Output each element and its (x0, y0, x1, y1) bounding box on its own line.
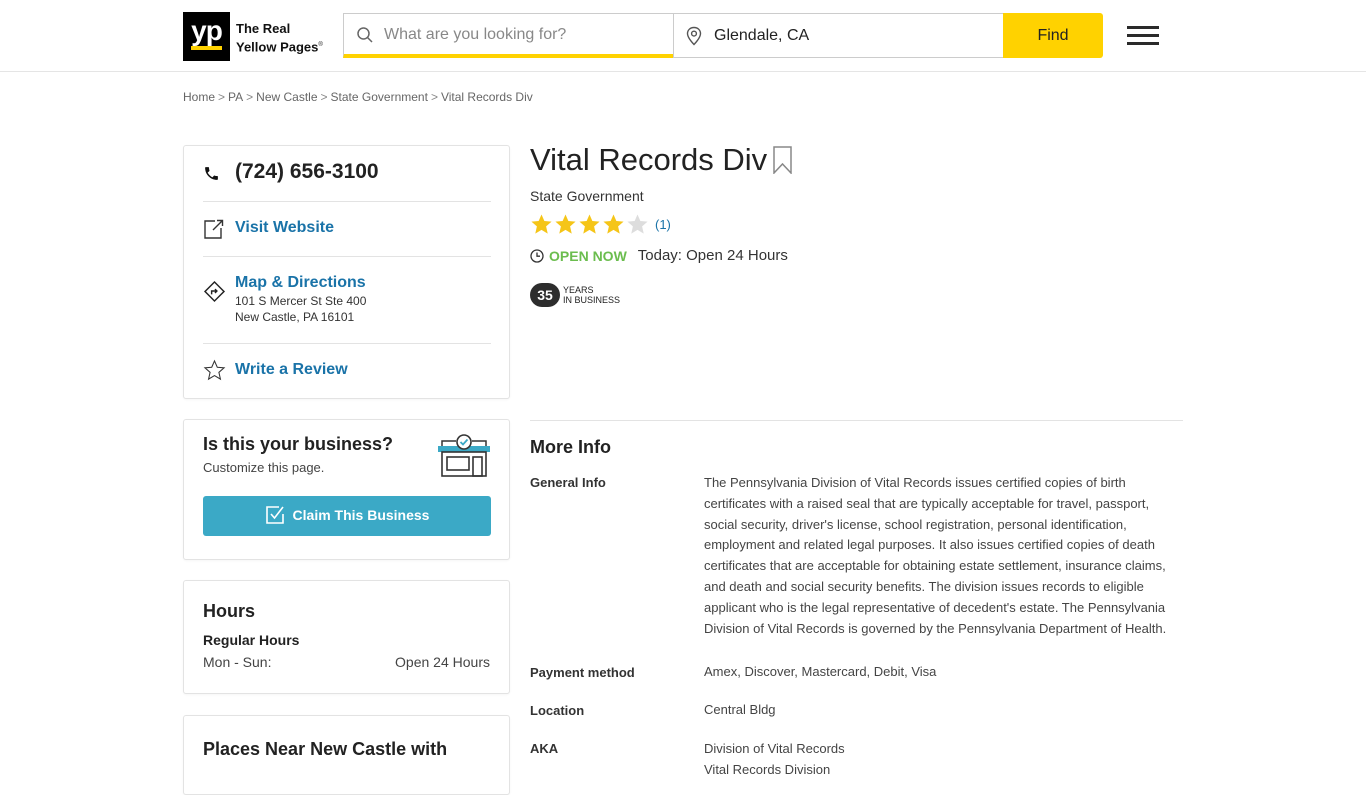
map-directions-link[interactable]: Map & Directions (235, 274, 366, 292)
logo-mark: yp (191, 15, 223, 46)
business-name: Vital Records Div (530, 142, 768, 177)
rating-stars[interactable] (530, 213, 649, 236)
divider (203, 256, 491, 257)
yp-logo[interactable]: yp (183, 12, 230, 61)
places-near-title: Places Near New Castle with (203, 739, 448, 759)
aka-value-1: Division of Vital Records (704, 741, 845, 756)
bookmark-icon[interactable] (773, 146, 792, 174)
years-label-line2: IN BUSINESS (563, 295, 621, 305)
find-button[interactable]: Find (1003, 13, 1103, 58)
logo-tagline-line1: The Real (236, 21, 291, 36)
breadcrumb-city[interactable]: New Castle (256, 90, 317, 104)
breadcrumb-separator: > (320, 90, 328, 104)
phone-number[interactable]: (724) 656-3100 (235, 160, 379, 184)
claim-business-button[interactable]: Claim This Business (203, 496, 491, 536)
hours-days: Mon - Sun: (203, 654, 272, 670)
phone-icon (205, 167, 218, 180)
aka-value: Division of Vital Records Vital Records … (704, 739, 1184, 781)
star-filled-icon (555, 214, 576, 234)
divider (203, 343, 491, 344)
review-count[interactable]: (1) (655, 217, 671, 232)
years-label: YEARS IN BUSINESS (563, 285, 620, 305)
divider (203, 201, 491, 202)
regular-hours-label: Regular Hours (203, 632, 300, 648)
storefront-icon (438, 434, 490, 477)
star-empty-icon (627, 214, 648, 234)
hours-value: Open 24 Hours (395, 654, 490, 670)
aka-label: AKA (530, 741, 559, 756)
general-info-value: The Pennsylvania Division of Vital Recor… (704, 475, 1167, 636)
location-value: Central Bldg (704, 702, 776, 717)
search-icon (357, 27, 373, 43)
hamburger-menu-icon[interactable] (1127, 26, 1159, 46)
breadcrumb-separator: > (218, 90, 226, 104)
payment-method-label: Payment method (530, 665, 635, 680)
general-info-label: General Info (530, 475, 606, 490)
star-filled-icon (531, 214, 552, 234)
checkbox-check-icon (265, 505, 284, 524)
hours-card: Hours Regular Hours Mon - Sun: Open 24 H… (183, 580, 510, 694)
external-link-icon (204, 219, 224, 239)
location-field (673, 13, 1004, 58)
claim-title: Is this your business? (203, 434, 394, 454)
search-input[interactable] (384, 22, 664, 48)
location-pin-icon (686, 26, 702, 46)
search-field (343, 13, 674, 58)
star-outline-icon (203, 359, 226, 381)
write-review-link[interactable]: Write a Review (235, 361, 348, 379)
breadcrumb-separator: > (430, 90, 438, 104)
breadcrumb-home[interactable]: Home (183, 90, 215, 104)
address-line1: 101 S Mercer St Ste 400 (235, 294, 367, 308)
star-filled-icon (579, 214, 600, 234)
breadcrumb-state[interactable]: PA (228, 90, 243, 104)
years-label-line1: YEARS (563, 285, 594, 295)
contact-card: (724) 656-3100 Visit Website Map & Direc… (183, 145, 510, 399)
years-count-badge: 35 (530, 283, 560, 307)
directions-icon (203, 280, 226, 303)
clock-icon (530, 248, 544, 263)
logo-tagline[interactable]: The Real Yellow Pages® (236, 21, 323, 55)
section-divider (530, 420, 1183, 421)
breadcrumb-current: Vital Records Div (440, 90, 533, 104)
star-filled-icon (603, 214, 624, 234)
more-info-heading: More Info (530, 437, 611, 457)
breadcrumb-separator: > (246, 90, 254, 104)
years-in-business: 35 YEARS IN BUSINESS (530, 283, 620, 307)
site-header: yp The Real Yellow Pages® Find (0, 0, 1366, 72)
claim-business-card: Is this your business? Customize this pa… (183, 419, 510, 560)
location-label: Location (530, 703, 585, 718)
address: 101 S Mercer St Ste 400 New Castle, PA 1… (235, 293, 366, 325)
breadcrumb-category[interactable]: State Government (331, 90, 428, 104)
visit-website-link[interactable]: Visit Website (235, 219, 334, 237)
breadcrumb: Home > PA > New Castle > State Government > Vita… (183, 90, 533, 104)
address-line2: New Castle, PA 16101 (235, 310, 355, 324)
claim-button-label: Claim This Business (292, 506, 430, 523)
location-input[interactable] (714, 23, 994, 49)
hours-title: Hours (203, 601, 256, 621)
open-status-row: OPEN NOW Today: Open 24 Hours (530, 247, 788, 264)
today-hours: Today: Open 24 Hours (637, 247, 788, 264)
places-near-card: Places Near New Castle with (183, 715, 510, 795)
claim-subtitle: Customize this page. (203, 460, 325, 475)
logo-tagline-line2: Yellow Pages (236, 39, 319, 55)
aka-value-2: Vital Records Division (704, 761, 831, 777)
logo-underline (191, 46, 222, 50)
registered-mark: ® (318, 42, 323, 48)
payment-method-value: Amex, Discover, Mastercard, Debit, Visa (704, 664, 937, 679)
business-category[interactable]: State Government (530, 188, 644, 204)
open-now-badge: OPEN NOW (549, 247, 627, 264)
